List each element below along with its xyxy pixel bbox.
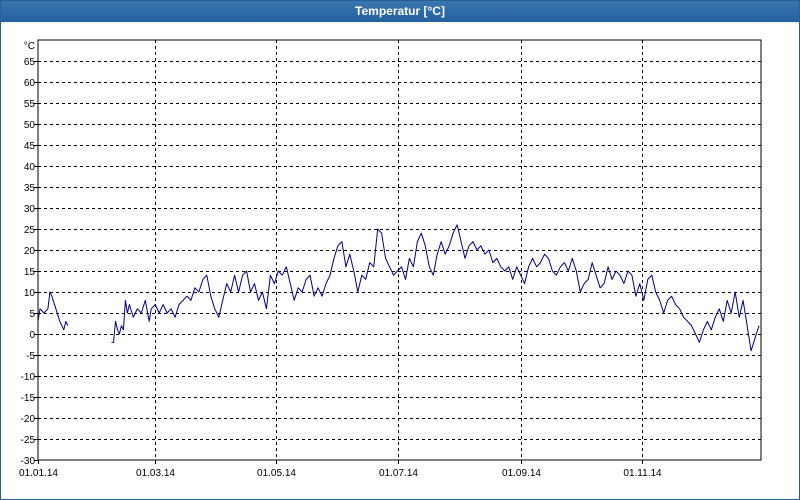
y-tick-label: 15 <box>24 267 36 278</box>
x-tick-label: 01.11.14 <box>623 468 662 479</box>
y-tick-label: 40 <box>24 162 36 173</box>
x-tick-label: 01.03.14 <box>136 468 175 479</box>
y-tick-label: 35 <box>24 183 36 194</box>
y-tick-label: 45 <box>24 141 36 152</box>
chart-plot: -30 -25 -20 -15 -10 -5 0 5 10 15 20 25 30 35 40 45 50 55 6… <box>19 39 762 479</box>
y-tick-label: -20 <box>21 414 36 425</box>
y-tick-label: -25 <box>21 435 36 446</box>
y-tick-label: 25 <box>24 225 36 236</box>
y-tick-label: -30 <box>21 456 36 467</box>
x-tick-label: 01.09.14 <box>502 468 541 479</box>
y-tick-label: -15 <box>21 393 36 404</box>
y-tick-label: 60 <box>24 78 36 89</box>
y-tick-label: 65 <box>24 57 36 68</box>
x-tick-label: 01.07.14 <box>379 468 418 479</box>
y-axis-unit-label: °C <box>24 41 35 52</box>
y-tick-label: 55 <box>24 99 36 110</box>
x-tick-label: 01.01.14 <box>19 468 58 479</box>
y-tick-label: 0 <box>29 330 35 341</box>
y-tick-label: -5 <box>26 351 35 362</box>
y-tick-label: 30 <box>24 204 36 215</box>
y-tick-label: 5 <box>29 309 35 320</box>
y-tick-label: 10 <box>24 288 36 299</box>
y-tick-label: 50 <box>24 120 36 131</box>
x-tick-label: 01.05.14 <box>257 468 296 479</box>
y-tick-label: -10 <box>21 372 36 383</box>
y-tick-label: 20 <box>24 246 36 257</box>
